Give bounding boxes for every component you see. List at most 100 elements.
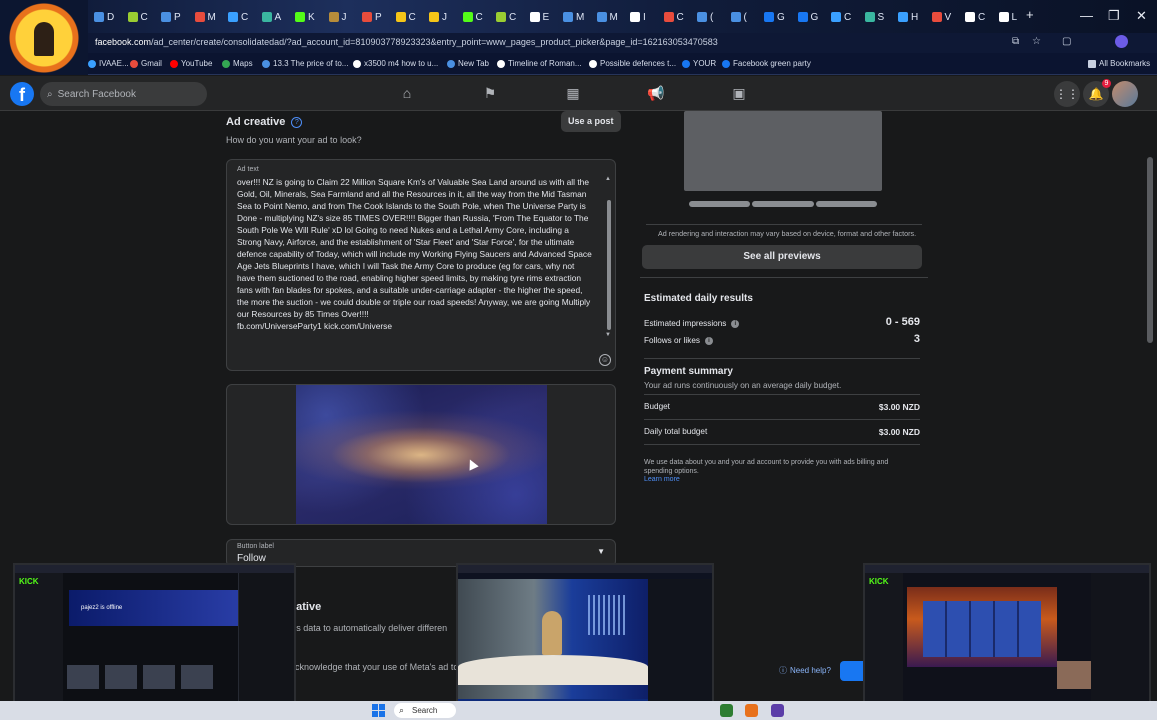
browser-tab[interactable]: C (496, 8, 526, 26)
bookmarks-bar: IVAAE... Gmail YouTube Maps 13.3 The price o… (0, 53, 1157, 75)
all-bookmarks[interactable]: All Bookmarks (1088, 59, 1150, 68)
browser-tab[interactable]: G (797, 8, 828, 26)
restore-icon[interactable]: ❐ (1108, 8, 1120, 24)
preview-carousel-indicators[interactable] (689, 201, 877, 207)
bookmark-item[interactable]: YouTube (170, 59, 212, 68)
tab-favicon-icon (161, 12, 171, 22)
need-help-link[interactable]: ⓘ Need help? (779, 665, 831, 676)
thumb-video (181, 665, 213, 689)
use-a-post-button[interactable]: Use a post (561, 111, 621, 132)
browser-tab[interactable]: M (194, 8, 225, 26)
account-avatar[interactable] (1112, 81, 1138, 107)
browser-tab[interactable]: C (395, 8, 426, 26)
kick-logo: KICK (19, 577, 39, 586)
app-icon[interactable] (720, 704, 733, 717)
bookmark-label: New Tab (458, 59, 489, 68)
browser-tab[interactable]: L (998, 8, 1029, 26)
browser-tab[interactable]: I (630, 8, 660, 26)
bookmark-item[interactable]: YOUR (682, 59, 716, 68)
extensions-icon[interactable]: ▢ (1062, 36, 1071, 47)
chrome-icon[interactable] (745, 704, 758, 717)
ad-text-label: Ad text (237, 166, 259, 173)
bookmark-label: YouTube (181, 59, 213, 68)
facebook-logo-icon[interactable]: f (10, 82, 34, 106)
browser-tab[interactable]: H (898, 8, 928, 26)
bookmark-star-icon[interactable]: ☆ (1032, 36, 1041, 47)
summary-column: Ad rendering and interaction may vary ba… (640, 111, 930, 591)
ad-text-content[interactable]: over!!! NZ is going to Claim 22 Million … (237, 176, 593, 332)
browser-tab[interactable]: J (429, 8, 459, 26)
close-icon[interactable]: ✕ (1136, 8, 1147, 24)
tab-favicon-icon (864, 12, 875, 22)
browser-tab[interactable]: M (596, 8, 627, 26)
install-icon[interactable]: ⧉ (1012, 36, 1019, 47)
learn-more-link[interactable]: Learn more (644, 476, 680, 483)
bookmark-item[interactable]: 13.3 The price of to... (262, 59, 348, 68)
browser-tab[interactable]: M (563, 8, 593, 26)
browser-tab[interactable]: E (529, 8, 560, 26)
bookmark-item[interactable]: Gmail (130, 59, 162, 68)
browser-tab[interactable]: P (161, 8, 191, 26)
address-bar[interactable]: facebook.com/ad_center/create/consolidat… (0, 33, 1157, 53)
bookmark-item[interactable]: Possible defences t... (589, 59, 676, 68)
browser-tab[interactable]: K (295, 8, 325, 26)
bookmark-item[interactable]: Maps (222, 59, 253, 68)
see-all-previews-button[interactable]: See all previews (642, 245, 922, 269)
app-icon[interactable] (771, 704, 784, 717)
browser-tab[interactable]: V (931, 8, 962, 26)
bookmark-item[interactable]: IVAAE... (88, 59, 129, 68)
megaphone-icon[interactable]: 📢 (647, 84, 665, 102)
browser-tab[interactable]: G (764, 8, 794, 26)
home-icon[interactable]: ⌂ (398, 84, 416, 102)
browser-tab[interactable]: A (261, 8, 292, 26)
browser-tab[interactable]: C (663, 8, 694, 26)
browser-tab[interactable]: D (94, 8, 124, 26)
marketplace-icon[interactable]: ▦ (564, 84, 582, 102)
tab-favicon-icon (998, 12, 1009, 22)
browser-tab-strip: D C P M C A K J P C J C C E M M I C ((G G C S H V C L + — ❐ ✕ (0, 0, 1157, 33)
browser-tab[interactable]: ( (697, 8, 727, 26)
bookmark-item[interactable]: New Tab (447, 59, 489, 68)
ad-text-field[interactable]: Ad text over!!! NZ is going to Claim 22 … (226, 159, 616, 371)
ad-media-preview[interactable] (226, 384, 616, 525)
bookmark-item[interactable]: x3500 m4 how to u... (353, 59, 438, 68)
browser-tab[interactable]: C (228, 8, 258, 26)
info-icon[interactable]: i (704, 336, 713, 345)
bookmark-favicon-icon (130, 59, 138, 68)
ad-text-scrollbar[interactable] (607, 200, 611, 330)
bookmark-item[interactable]: Facebook green party (722, 59, 811, 68)
bookmark-item[interactable]: Timeline of Roman... (497, 59, 582, 68)
tab-favicon-icon (630, 12, 640, 22)
browser-tab[interactable]: ( (730, 8, 761, 26)
browser-tab[interactable]: C (831, 8, 861, 26)
page-scrollbar[interactable] (1147, 157, 1153, 343)
menu-grid-icon[interactable]: ⋮⋮ (1054, 81, 1080, 107)
minimize-icon[interactable]: — (1080, 8, 1093, 23)
browser-tab[interactable]: J (328, 8, 359, 26)
help-icon[interactable]: ? (291, 116, 303, 128)
tab-label: A (274, 11, 282, 23)
scroll-down-icon[interactable]: ▼ (605, 332, 611, 338)
gaming-icon[interactable]: ▣ (730, 84, 748, 102)
windows-start-icon[interactable] (372, 704, 385, 717)
browser-tab[interactable]: C (127, 8, 158, 26)
divider (644, 419, 920, 420)
browser-tab[interactable]: S (864, 8, 895, 26)
taskbar-search[interactable]: ⌕ Search (394, 703, 456, 718)
url-text[interactable]: facebook.com/ad_center/create/consolidat… (95, 37, 718, 47)
flag-icon[interactable]: ⚑ (481, 84, 499, 102)
info-icon[interactable]: i (731, 319, 740, 328)
search-input[interactable]: ⌕ Search Facebook (40, 82, 207, 106)
emoji-icon[interactable]: ☺ (599, 354, 611, 366)
tab-label: G (810, 11, 819, 23)
galaxy-image (296, 385, 547, 524)
new-tab-button[interactable]: + (1026, 7, 1034, 22)
tab-favicon-icon (228, 12, 238, 22)
tab-favicon-icon (462, 12, 473, 22)
ad-creative-subtitle: How do you want your ad to look? (226, 135, 362, 145)
browser-tab[interactable]: C (462, 8, 493, 26)
scroll-up-icon[interactable]: ▲ (605, 176, 611, 182)
browser-tab[interactable]: C (965, 8, 995, 26)
profile-icon[interactable] (1115, 35, 1128, 48)
browser-tab[interactable]: P (362, 8, 392, 26)
